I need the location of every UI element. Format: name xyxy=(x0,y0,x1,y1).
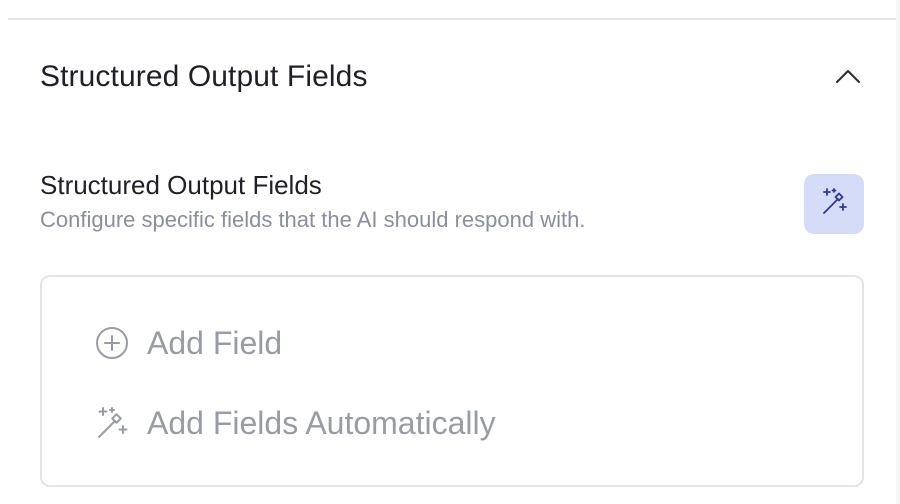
magic-wand-icon xyxy=(819,187,849,222)
generate-fields-button[interactable] xyxy=(804,174,864,234)
structured-output-panel: Structured Output Fields Structured Outp… xyxy=(0,0,896,504)
fields-container: Add Field Add Fields Automatically xyxy=(40,275,864,487)
add-field-button[interactable]: Add Field xyxy=(94,323,282,363)
add-field-label: Add Field xyxy=(147,325,283,361)
add-fields-automatically-button[interactable]: Add Fields Automatically xyxy=(94,403,496,443)
magic-wand-icon xyxy=(94,405,130,441)
collapse-button[interactable] xyxy=(828,58,868,98)
chevron-up-icon xyxy=(835,68,861,89)
field-description: Configure specific fields that the AI sh… xyxy=(40,207,586,232)
field-label: Structured Output Fields xyxy=(40,170,322,200)
plus-circle-icon xyxy=(94,325,130,361)
add-fields-automatically-label: Add Fields Automatically xyxy=(147,405,496,441)
divider xyxy=(8,18,896,20)
section-title: Structured Output Fields xyxy=(40,60,368,93)
